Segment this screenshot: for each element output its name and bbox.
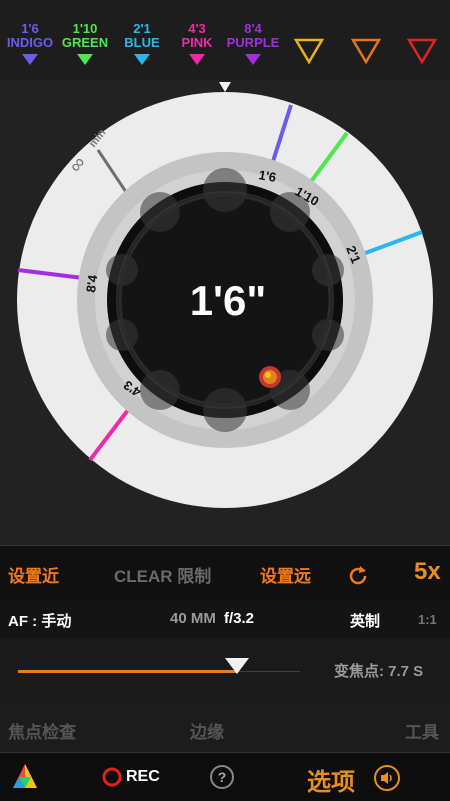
marker-blue-name: BLUE (124, 35, 160, 50)
limits-row: 设置近 CLEAR 限制 设置远 5x (0, 545, 450, 602)
outline-triangle-red-icon[interactable] (407, 38, 437, 64)
dial-label-8-4: 8'4 (83, 273, 100, 293)
marker-indigo-value: 1'6 (21, 21, 39, 36)
marker-green-value: 1'10 (72, 21, 98, 36)
focus-time-label: 变焦点: 7.7 S (334, 663, 424, 680)
af-mode-button[interactable]: AF : 手动 (8, 610, 71, 631)
lens-info-row: AF : 手动 40 MM f/3.2 英制 1:1 (0, 600, 450, 639)
marker-indigo[interactable]: 1'6 INDIGO (0, 22, 60, 65)
marker-blue[interactable]: 2'1 BLUE (112, 22, 172, 65)
marker-pink-value: 4'3 (188, 21, 206, 36)
tab-focus-peaking[interactable]: 焦点检查 (8, 718, 76, 743)
marker-green[interactable]: 1'10 GREEN (55, 22, 115, 65)
triangle-down-icon (189, 54, 205, 65)
triangle-down-icon (77, 54, 93, 65)
focus-dial-area: ∞ min 1'6 1'10 2'1 8'4 4'3 1'6" (0, 80, 450, 545)
options-button[interactable]: 选项 (307, 762, 355, 797)
marker-indigo-name: INDIGO (6, 35, 54, 50)
zoom-button[interactable]: 5x (414, 558, 441, 586)
help-icon[interactable]: ? (210, 765, 234, 789)
outline-triangle-orange-icon[interactable] (351, 38, 381, 64)
color-triangle-icon[interactable] (12, 763, 38, 789)
marker-green-name: GREEN (61, 35, 109, 50)
clear-limits-button[interactable]: CLEAR 限制 (114, 562, 211, 587)
triangle-down-icon (245, 54, 261, 65)
focus-speed-fill (18, 670, 237, 673)
dial-label-1-6: 1'6 (257, 167, 277, 185)
marker-pink[interactable]: 4'3 PINK (167, 22, 227, 65)
dial-pointer-icon (219, 82, 231, 92)
focus-speed-row: 变焦点: 7.7 S (0, 638, 450, 702)
aperture-label[interactable]: f/3.2 (224, 610, 254, 627)
marker-blue-value: 2'1 (133, 21, 151, 36)
focal-length-label[interactable]: 40 MM (170, 610, 216, 627)
focus-dial[interactable]: ∞ min 1'6 1'10 2'1 8'4 4'3 1'6" (0, 80, 450, 545)
marker-purple-value: 8'4 (244, 21, 262, 36)
marker-pink-name: PINK (181, 35, 213, 50)
bottom-bar: REC ? 选项 (0, 752, 450, 801)
focus-marker-bar: 1'6 INDIGO 1'10 GREEN 2'1 BLUE 4'3 PINK … (0, 0, 450, 81)
tab-edges[interactable]: 边缘 (190, 718, 224, 743)
ratio-label[interactable]: 1:1 (418, 612, 437, 627)
marker-purple[interactable]: 8'4 PURPLE (223, 22, 283, 65)
marker-purple-name: PURPLE (226, 35, 280, 50)
tab-tools[interactable]: 工具 (405, 718, 439, 743)
set-near-button[interactable]: 设置近 (8, 562, 59, 587)
outline-triangle-yellow-icon[interactable] (294, 38, 324, 64)
tool-tabs: 焦点检查 边缘 工具 (0, 702, 450, 752)
record-icon[interactable] (102, 767, 122, 787)
set-far-button[interactable]: 设置远 (260, 562, 311, 587)
triangle-down-icon (134, 54, 150, 65)
focus-speed-thumb[interactable] (224, 658, 249, 674)
reset-icon[interactable] (346, 564, 370, 588)
rec-label[interactable]: REC (126, 768, 160, 786)
focus-distance-readout: 1'6" (190, 277, 267, 324)
units-button[interactable]: 英制 (350, 610, 380, 631)
triangle-down-icon (22, 54, 38, 65)
sound-icon[interactable] (374, 765, 400, 791)
